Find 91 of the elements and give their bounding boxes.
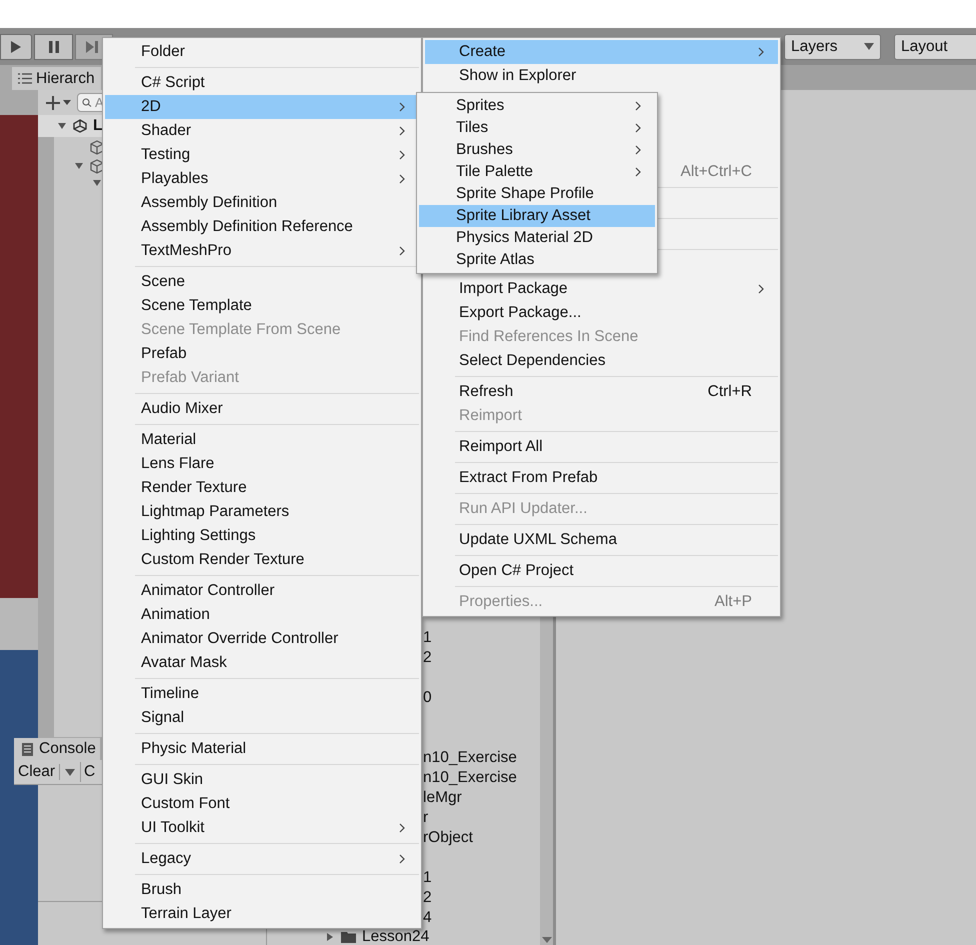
chevron-right-icon <box>399 854 405 864</box>
menu-item[interactable]: Testing <box>105 143 419 167</box>
chevron-right-icon <box>635 145 641 155</box>
menu-item[interactable]: Render Texture <box>105 476 419 500</box>
menu-item[interactable]: Terrain Layer <box>105 902 419 926</box>
chevron-right-icon <box>399 126 405 136</box>
menu-item[interactable]: Reimport All <box>425 435 778 459</box>
clear-button[interactable]: Clear <box>14 760 60 784</box>
menu-item[interactable]: Brush <box>105 878 419 902</box>
menu-item[interactable]: Lighting Settings <box>105 524 419 548</box>
cube-icon <box>90 140 104 154</box>
hierarchy-tab[interactable]: Hierarch <box>12 67 101 90</box>
layout-dropdown[interactable]: Layout <box>894 34 976 60</box>
menu-item[interactable]: Audio Mixer <box>105 397 419 421</box>
menu-item[interactable]: TextMeshPro <box>105 239 419 263</box>
menu-item[interactable]: Shader <box>105 119 419 143</box>
menu-item[interactable]: Tiles <box>419 117 655 139</box>
menu-item[interactable]: Animator Override Controller <box>105 627 419 651</box>
menu-item[interactable]: Timeline <box>105 682 419 706</box>
pause-button[interactable] <box>34 34 73 60</box>
menu-item[interactable]: Playables <box>105 167 419 191</box>
menu-item[interactable]: C# Script <box>105 71 419 95</box>
chevron-right-icon <box>399 150 405 160</box>
collapse-arrow-icon[interactable] <box>325 932 335 942</box>
chevron-right-icon <box>399 823 405 833</box>
menu-item[interactable]: Material <box>105 428 419 452</box>
menu-item[interactable]: Scene <box>105 270 419 294</box>
menu-item[interactable]: Lens Flare <box>105 452 419 476</box>
menu-item[interactable]: Select Dependencies <box>425 349 778 373</box>
step-icon <box>86 40 98 52</box>
menu-item[interactable]: GUI Skin <box>105 768 419 792</box>
dropdown-caret-icon <box>63 100 71 105</box>
menu-item[interactable]: Physics Material 2D <box>419 227 655 249</box>
menu-item[interactable]: Sprite Shape Profile <box>419 183 655 205</box>
menu-item[interactable]: 2D <box>105 95 419 119</box>
menu-item[interactable]: Lightmap Parameters <box>105 500 419 524</box>
menu-item[interactable]: Sprite Library Asset <box>419 205 655 227</box>
chevron-right-icon <box>399 246 405 256</box>
menu-item[interactable]: Avatar Mask <box>105 651 419 675</box>
menu-item[interactable]: Show in Explorer <box>425 64 778 88</box>
play-button[interactable] <box>0 34 32 60</box>
menu-item[interactable]: Custom Font <box>105 792 419 816</box>
plus-icon <box>46 96 60 110</box>
scroll-down-icon <box>542 937 552 943</box>
search-icon <box>82 98 92 107</box>
menu-item[interactable]: Scene Template <box>105 294 419 318</box>
cube-icon <box>90 158 104 174</box>
unity-logo-icon <box>73 119 87 133</box>
menu-item[interactable]: Sprite Atlas <box>419 249 655 271</box>
chevron-right-icon <box>399 174 405 184</box>
menu-item[interactable]: Import Package <box>425 277 778 301</box>
menu-item[interactable]: Brushes <box>419 139 655 161</box>
menu-item[interactable]: Tile Palette <box>419 161 655 183</box>
menu-item[interactable]: Folder <box>105 40 419 64</box>
chevron-right-icon <box>635 123 641 133</box>
list-icon <box>18 73 32 84</box>
chevron-right-icon <box>758 47 764 57</box>
console-tab[interactable]: Console <box>14 738 100 760</box>
layers-dropdown[interactable]: Layers <box>784 34 881 60</box>
document-icon <box>22 742 33 756</box>
collapse-button[interactable]: C <box>81 760 96 784</box>
dropdown-caret-icon <box>864 43 874 50</box>
menu-item[interactable]: Export Package... <box>425 301 778 325</box>
folder-row[interactable]: Lesson24 <box>267 928 540 945</box>
menu-item[interactable]: Animator Controller <box>105 579 419 603</box>
panel-header <box>0 598 38 650</box>
menu-item[interactable]: Extract From Prefab <box>425 466 778 490</box>
menu-item[interactable]: Legacy <box>105 847 419 871</box>
pause-icon <box>48 40 58 52</box>
menu-item[interactable]: Assembly Definition <box>105 191 419 215</box>
chevron-right-icon <box>399 102 405 112</box>
menu-item[interactable]: Sprites <box>419 95 655 117</box>
chevron-right-icon <box>758 284 764 294</box>
menu-item[interactable]: Signal <box>105 706 419 730</box>
menu-item[interactable]: Create <box>425 40 778 64</box>
menu-item[interactable]: Open C# Project <box>425 559 778 583</box>
chevron-right-icon <box>635 167 641 177</box>
menu-item[interactable]: Refresh Ctrl+R <box>425 380 778 404</box>
add-dropdown[interactable] <box>46 96 71 110</box>
file-name[interactable]: 0 <box>423 686 432 710</box>
dropdown-caret-icon[interactable] <box>65 768 76 776</box>
expand-arrow-icon[interactable] <box>57 121 67 131</box>
menu-item[interactable]: Prefab <box>105 342 419 366</box>
play-icon <box>11 40 21 52</box>
menu-item[interactable]: UI Toolkit <box>105 816 419 840</box>
menu-item[interactable]: Custom Render Texture <box>105 548 419 572</box>
chevron-right-icon <box>635 101 641 111</box>
menu-item[interactable]: Update UXML Schema <box>425 528 778 552</box>
menu-item[interactable]: Physic Material <box>105 737 419 761</box>
menu-item[interactable]: Animation <box>105 603 419 627</box>
menu-item[interactable]: Assembly Definition Reference <box>105 215 419 239</box>
